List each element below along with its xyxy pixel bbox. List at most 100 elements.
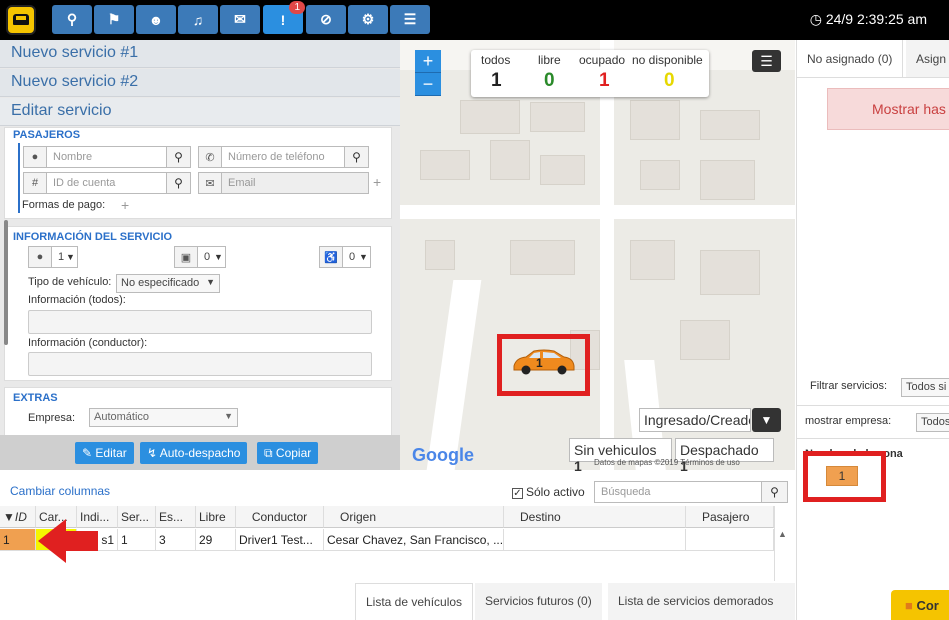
column-header-status[interactable]: Es...: [156, 506, 196, 528]
alert-icon[interactable]: ! 1: [263, 1, 305, 34]
table-scrollbar[interactable]: [774, 506, 788, 581]
map-attribution[interactable]: Datos de mapas ©2019 Términos de uso: [594, 458, 740, 467]
tab-delayed-services[interactable]: Lista de servicios demorados: [608, 583, 795, 620]
left-panel: Nuevo servicio #1 Nuevo servicio #2 Edit…: [0, 40, 400, 470]
edit-label: Editar: [95, 446, 127, 460]
user-icon: ●: [28, 246, 52, 268]
user-icon: ●: [23, 146, 47, 168]
cell-destination[interactable]: [504, 529, 686, 551]
building: [530, 102, 585, 132]
ban-icon[interactable]: ⊘: [306, 5, 346, 34]
checkbox-icon[interactable]: ✓: [512, 488, 523, 499]
chevron-down-icon: ▼: [66, 252, 75, 262]
cell-driver[interactable]: Driver1 Test...: [236, 529, 324, 551]
show-history-button[interactable]: Mostrar has: [827, 88, 949, 130]
tab-future-services[interactable]: Servicios futuros (0): [475, 583, 602, 620]
clock: ◷ 24/9 2:39:25 am: [810, 11, 927, 28]
tab-assigned[interactable]: Asign: [906, 40, 949, 77]
info-all-textarea[interactable]: [28, 310, 372, 334]
filter-icon[interactable]: ▼: [752, 408, 781, 432]
users-icon[interactable]: ☻: [136, 5, 176, 34]
clock-text: 24/9 2:39:25 am: [825, 11, 927, 27]
copy-button[interactable]: ⧉ Copiar: [257, 442, 319, 464]
gear-icon[interactable]: ⚙: [348, 5, 388, 34]
column-header-free[interactable]: Libre: [196, 506, 236, 528]
show-company-select[interactable]: Todos: [916, 413, 949, 432]
counter-value-all: 1: [491, 70, 502, 91]
counter-value-free: 0: [544, 70, 555, 91]
only-active-checkbox[interactable]: ✓ Sólo activo: [512, 485, 585, 499]
wheelchair-icon: ♿: [319, 246, 343, 268]
column-header-driver[interactable]: Conductor: [236, 506, 324, 528]
zone-count-badge[interactable]: 1: [826, 466, 858, 486]
taxi-logo-icon[interactable]: [6, 5, 36, 35]
account-search-icon[interactable]: ⚲: [167, 172, 191, 194]
name-search-icon[interactable]: ⚲: [167, 146, 191, 168]
cell-free[interactable]: 29: [196, 529, 236, 551]
ingresado-filter[interactable]: Ingresado/Creado: [639, 408, 751, 432]
info-driver-label: Información (conductor):: [28, 337, 148, 349]
pencil-icon: ✎: [82, 446, 96, 460]
building: [540, 155, 585, 185]
search-input[interactable]: Búsqueda: [594, 481, 762, 503]
account-input[interactable]: ID de cuenta: [47, 172, 167, 194]
filter-services-select[interactable]: Todos si: [901, 378, 949, 397]
tab-unassigned[interactable]: No asignado (0): [797, 40, 904, 77]
building: [510, 240, 575, 275]
cell-status[interactable]: 3: [156, 529, 196, 551]
taxi-car-icon[interactable]: [510, 348, 576, 376]
vehicle-type-select[interactable]: No especificado ▼: [116, 274, 220, 293]
change-columns-link[interactable]: Cambiar columnas: [10, 484, 110, 498]
column-header-origin[interactable]: Origen: [324, 506, 504, 528]
map[interactable]: [400, 40, 795, 470]
cell-origin[interactable]: Cesar Chavez, San Francisco, ...: [324, 529, 504, 551]
add-email-icon[interactable]: +: [373, 174, 381, 190]
column-header-destination[interactable]: Destino: [504, 506, 686, 528]
column-header-id[interactable]: ▼ID: [0, 506, 36, 528]
counter-label-busy: ocupado: [579, 53, 626, 67]
sin-vehiculos-label: Sin vehiculos: [574, 442, 657, 458]
email-input[interactable]: Email: [222, 172, 369, 194]
tab-vehicle-list[interactable]: Lista de vehículos: [355, 583, 474, 620]
auto-dispatch-button[interactable]: ↯ Auto-despacho: [140, 442, 248, 464]
add-payment-icon[interactable]: +: [121, 197, 129, 213]
building: [490, 140, 530, 180]
extras-title: EXTRAS: [13, 392, 58, 404]
email-group: ✉ Email: [198, 172, 369, 194]
action-bar: ✎ Editar ↯ Auto-despacho ⧉ Copiar: [0, 435, 400, 470]
clock-icon: ◷: [809, 11, 826, 27]
counter-label-free: libre: [538, 53, 561, 67]
search-icon[interactable]: ⚲: [52, 5, 92, 34]
column-header-passenger[interactable]: Pasajero: [686, 506, 774, 528]
scrollbar-thumb[interactable]: [4, 220, 8, 345]
name-input[interactable]: Nombre: [47, 146, 167, 168]
company-label: Empresa:: [28, 412, 76, 424]
cell-id[interactable]: 1: [0, 529, 36, 551]
info-driver-textarea[interactable]: [28, 352, 372, 376]
bell-icon[interactable]: ♫: [178, 5, 218, 34]
accordion-edit-service[interactable]: Editar servicio: [0, 98, 400, 126]
accordion-new-service-2[interactable]: Nuevo servicio #2: [0, 69, 400, 97]
road: [426, 280, 482, 470]
flag-icon[interactable]: ⚑: [94, 5, 134, 34]
sin-vehiculos-count: 1: [574, 458, 582, 474]
search-icon[interactable]: ⚲: [762, 481, 788, 503]
building: [700, 250, 760, 295]
chat-widget[interactable]: ■ Cor: [891, 590, 949, 620]
edit-button[interactable]: ✎ Editar: [75, 442, 134, 464]
building: [420, 150, 470, 180]
zoom-in-button[interactable]: +: [415, 50, 441, 73]
column-header-service[interactable]: Ser...: [118, 506, 156, 528]
zoom-out-button[interactable]: −: [415, 73, 441, 96]
phone-search-icon[interactable]: ⚲: [345, 146, 369, 168]
map-menu-icon[interactable]: ☰: [752, 50, 781, 72]
company-select[interactable]: Automático ▼: [89, 408, 238, 427]
counter-label-all: todos: [481, 53, 511, 67]
accordion-new-service-1[interactable]: Nuevo servicio #1: [0, 40, 400, 68]
phone-input[interactable]: Número de teléfono: [222, 146, 345, 168]
building: [460, 100, 520, 134]
cell-service[interactable]: 1: [118, 529, 156, 551]
chat-icon[interactable]: ✉: [220, 5, 260, 34]
cell-passenger[interactable]: [686, 529, 774, 551]
list-icon[interactable]: ☰: [390, 5, 430, 34]
